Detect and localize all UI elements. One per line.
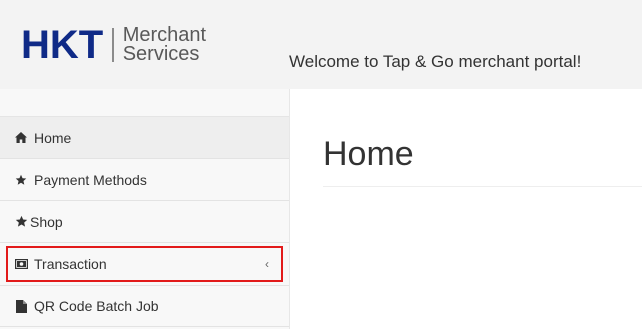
- sidebar-item-label: Shop: [30, 213, 63, 230]
- sidebar-item-label: Transaction: [34, 255, 107, 272]
- sidebar-item-label: Home: [34, 129, 72, 146]
- sidebar-item-home[interactable]: Home: [0, 117, 289, 159]
- logo-line-services: Services: [122, 43, 200, 65]
- page-title: Home: [323, 135, 414, 173]
- star-icon: [14, 173, 28, 187]
- chevron-left-icon[interactable]: ‹: [265, 257, 269, 271]
- logo-divider: [112, 28, 114, 62]
- sidebar-item-transaction[interactable]: Transaction ‹: [6, 246, 283, 282]
- hkt-logo[interactable]: HKT Merchant Services: [21, 20, 206, 70]
- page: HKT Merchant Services Welcome to Tap & G…: [0, 0, 642, 329]
- sidebar-item-shop[interactable]: Shop: [0, 201, 289, 243]
- sidebar-spacer: [0, 89, 289, 117]
- file-icon: [14, 299, 28, 313]
- sidebar: Home Payment Methods Shop Transaction ‹: [0, 89, 290, 329]
- welcome-message: Welcome to Tap & Go merchant portal!: [289, 52, 582, 71]
- sidebar-item-label: Payment Methods: [34, 171, 147, 188]
- sidebar-item-qr-code-batch-job[interactable]: QR Code Batch Job: [0, 285, 289, 327]
- logo-mark: HKT: [21, 23, 104, 67]
- sidebar-item-label: QR Code Batch Job: [34, 298, 159, 314]
- star-icon: [14, 215, 28, 229]
- title-divider: [323, 186, 642, 187]
- sidebar-item-payment-methods[interactable]: Payment Methods: [0, 159, 289, 201]
- home-icon: [14, 131, 28, 145]
- header: HKT Merchant Services Welcome to Tap & G…: [0, 0, 642, 89]
- money-icon: [14, 257, 28, 271]
- logo-text: Merchant Services: [122, 25, 206, 65]
